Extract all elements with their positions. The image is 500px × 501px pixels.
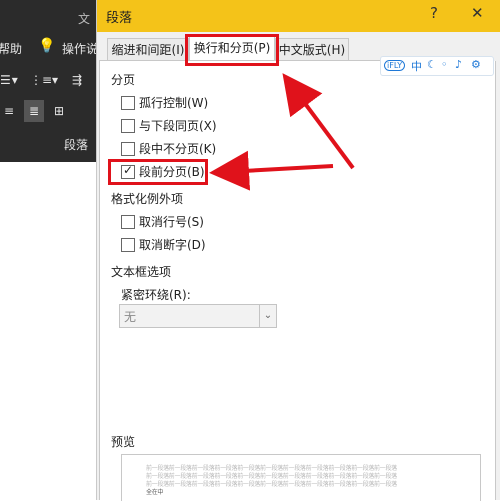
numbered-list-icon[interactable]: ⋮≡▾ bbox=[30, 73, 58, 87]
distributed-icon[interactable]: ⊞ bbox=[54, 104, 64, 118]
align-right-icon[interactable]: ≡ bbox=[4, 104, 14, 118]
ribbon-doc-title: 文 bbox=[78, 12, 91, 26]
multilevel-list-icon[interactable]: ⇶ bbox=[72, 73, 82, 87]
document-area bbox=[0, 162, 96, 500]
ribbon-tab-help[interactable]: 帮助 bbox=[0, 40, 22, 57]
paragraph-dialog: 段落 ? ✕ 缩进和间距(I) 换行和分页(P) 中文版式(H) iFLY 中 … bbox=[96, 0, 500, 501]
ribbon-group-paragraph: 段落 bbox=[64, 138, 89, 152]
word-ribbon: 帮助 💡 操作说 文 ☰▾ ⋮≡▾ ⇶ ≡ ≣ ⊞ 段落 bbox=[0, 0, 98, 162]
arrow-to-tab bbox=[282, 73, 355, 170]
bullets-list-icon[interactable]: ☰▾ bbox=[0, 73, 19, 87]
lightbulb-icon: 💡 bbox=[38, 38, 56, 54]
ribbon-tell-me[interactable]: 操作说 bbox=[62, 40, 98, 57]
arrow-to-checkbox bbox=[209, 150, 334, 191]
justify-icon[interactable]: ≣ bbox=[24, 100, 44, 122]
annotation-arrows bbox=[209, 73, 355, 191]
